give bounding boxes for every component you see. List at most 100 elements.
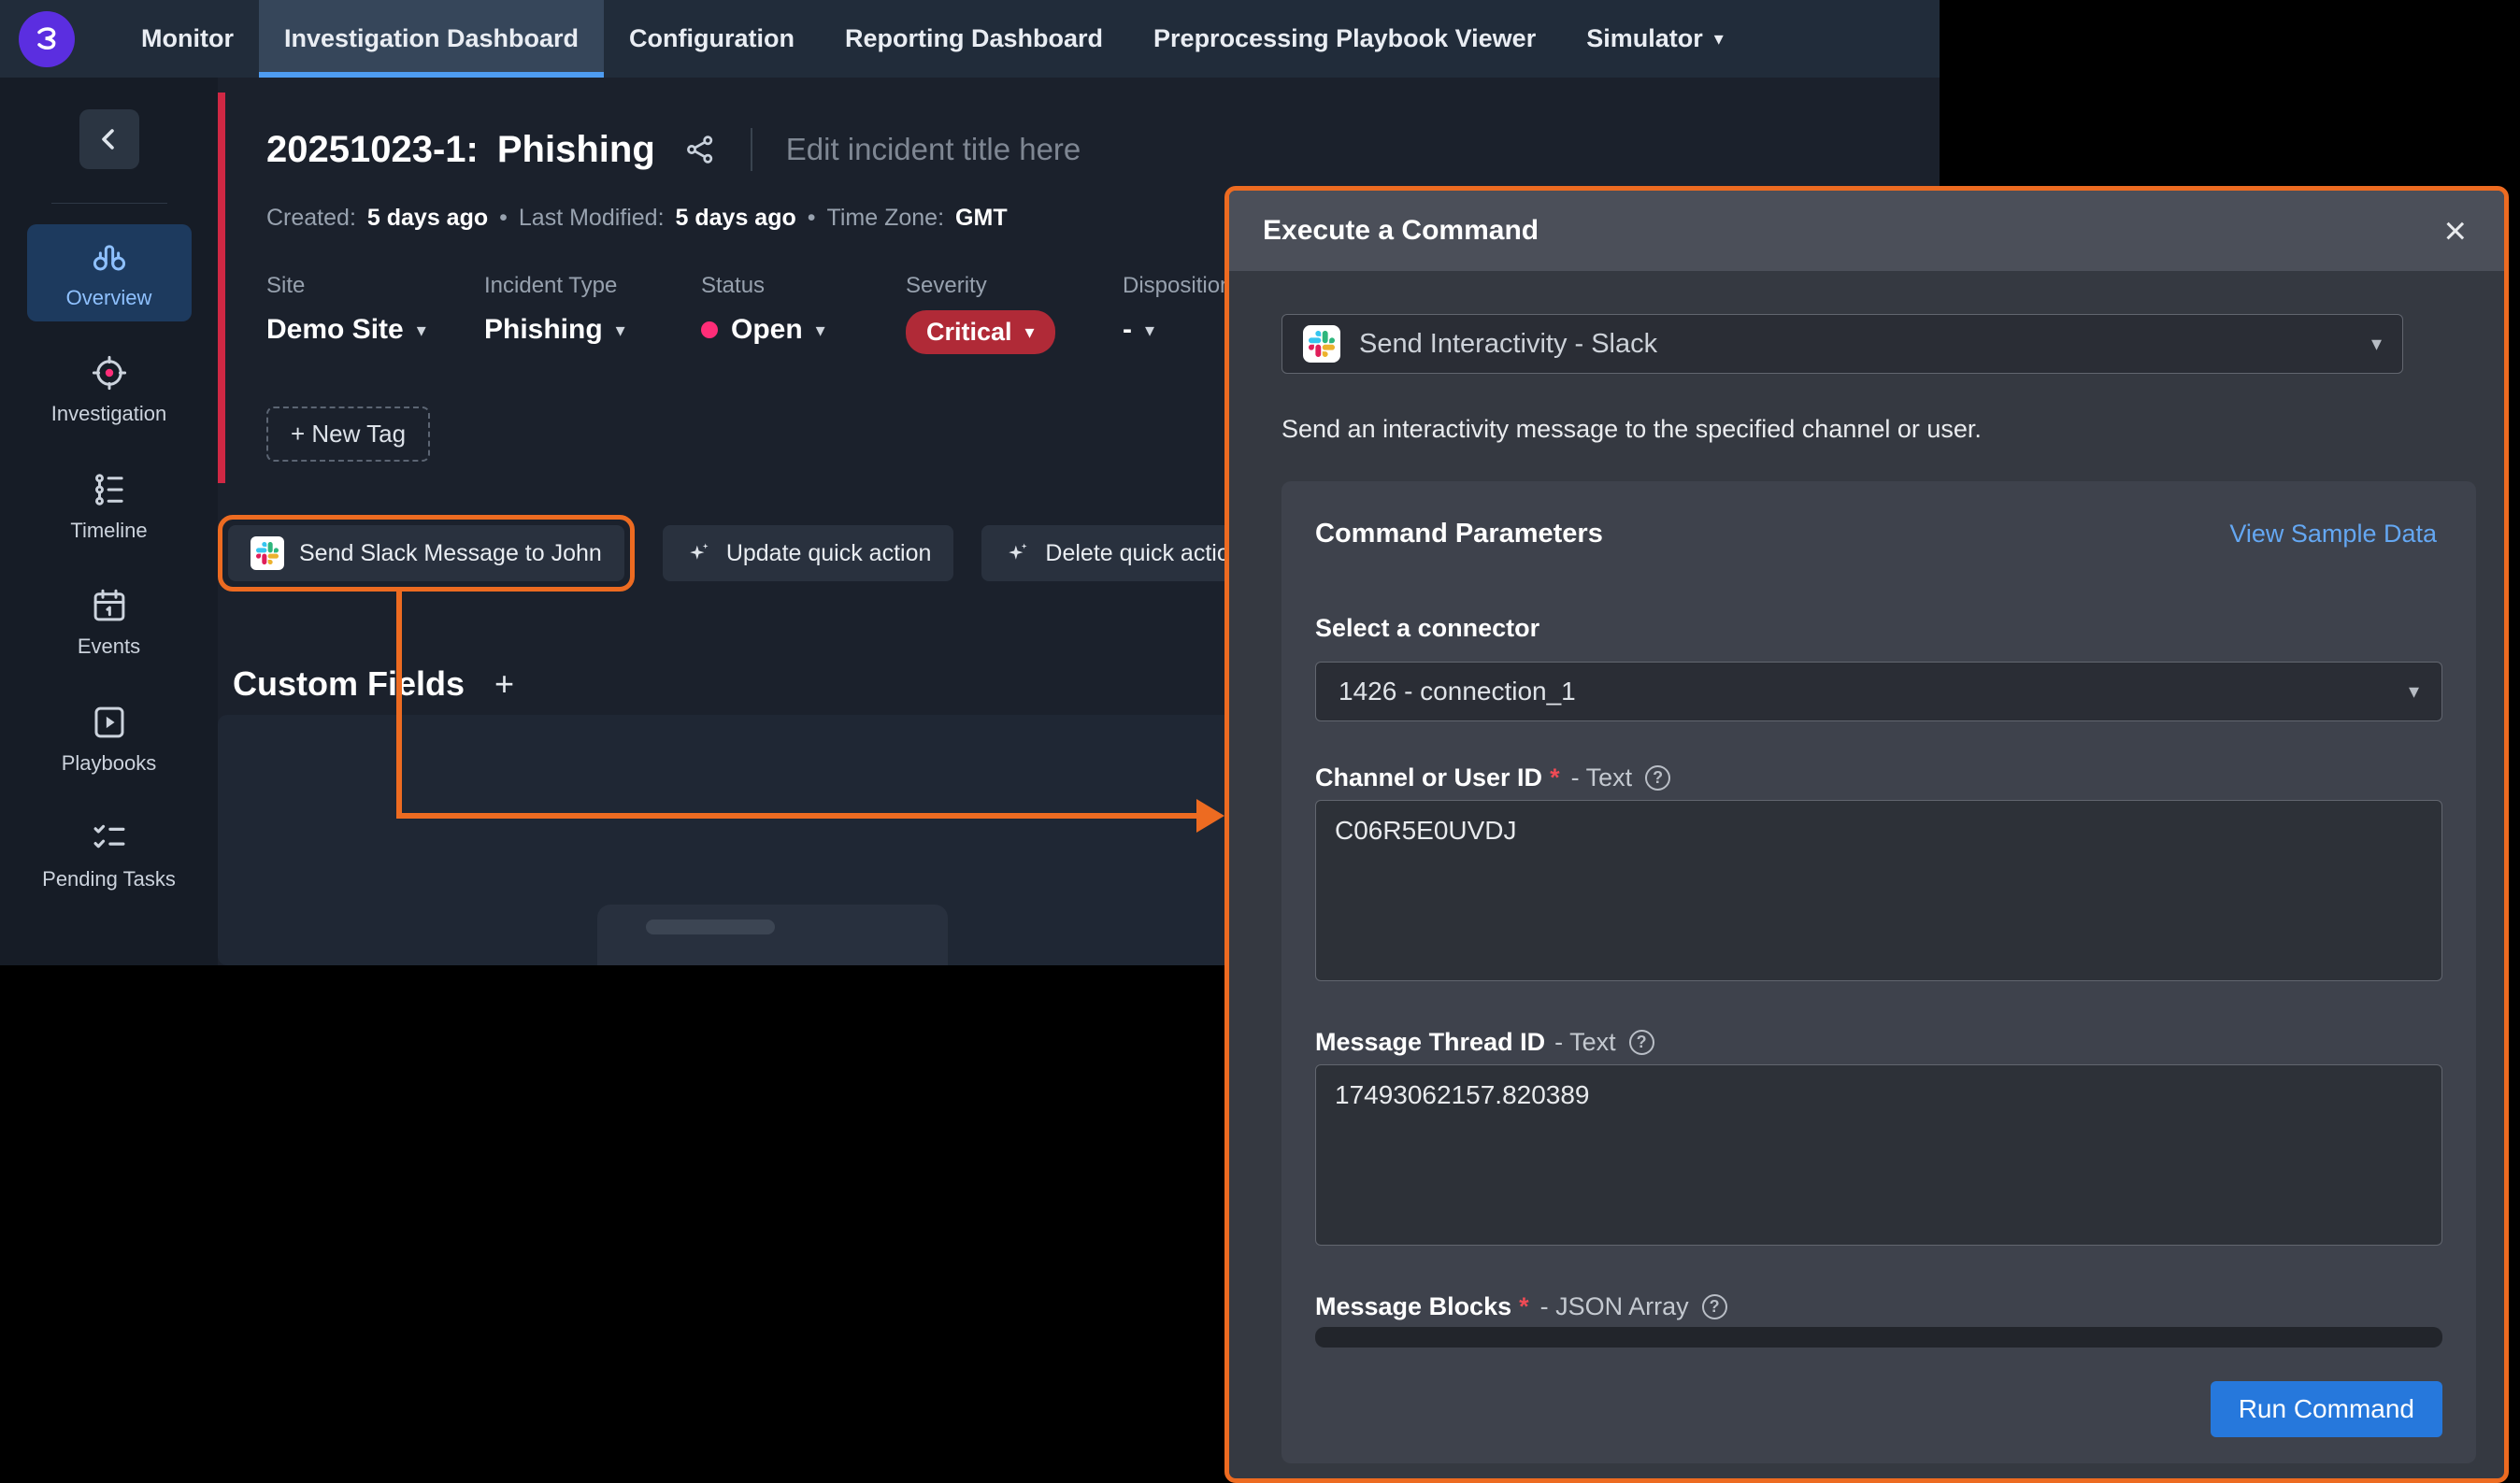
share-icon [683,133,717,166]
share-button[interactable] [683,133,717,166]
top-nav: Monitor Investigation Dashboard Configur… [0,0,1940,78]
channel-or-user-id-input[interactable]: C06R5E0UVDJ [1315,800,2442,981]
quick-action-label: Delete quick action [1045,540,1242,567]
empty-state-card [597,905,948,965]
skeleton-bar [646,920,775,934]
spark-action-icon [1004,540,1030,566]
annotation-arrow-vertical [396,592,402,816]
new-tag-button[interactable]: + New Tag [266,406,430,462]
incident-id: 20251023-1: [266,129,479,171]
sidebar-item-label: Overview [66,286,152,310]
timeline-icon [90,470,129,509]
field-type: - Text [1554,1028,1616,1057]
nav-tab-simulator[interactable]: Simulator ▾ [1561,0,1749,78]
field-name: Message Thread ID [1315,1028,1545,1057]
status-select[interactable]: Open ▾ [701,314,906,346]
target-icon [90,353,129,392]
chevron-left-icon [93,122,126,156]
binoculars-icon [90,237,129,277]
annotation-arrow-head [1196,799,1224,833]
site-select[interactable]: Demo Site ▾ [266,314,484,346]
slack-icon [1303,325,1340,363]
annotation-arrow-horizontal [396,813,1198,819]
created-value: 5 days ago [367,205,488,232]
collapse-sidebar-button[interactable] [79,109,139,169]
connector-value: 1426 - connection_1 [1339,677,1576,706]
timezone-label: Time Zone: [827,205,945,232]
sidebar-item-pending-tasks[interactable]: Pending Tasks [27,806,192,903]
field-label: Severity [906,273,1123,299]
nav-tab-reporting-dashboard[interactable]: Reporting Dashboard [820,0,1128,78]
nav-tab-label: Configuration [629,24,795,53]
modal-title: Execute a Command [1263,215,1539,247]
nav-tab-label: Preprocessing Playbook Viewer [1153,24,1536,53]
sidebar-item-events[interactable]: Events [27,573,192,670]
nav-tab-preprocessing-playbook-viewer[interactable]: Preprocessing Playbook Viewer [1128,0,1561,78]
nav-tabs: Monitor Investigation Dashboard Configur… [116,0,1749,78]
message-blocks-editor-scrollbar[interactable] [1315,1327,2442,1348]
quick-action-send-slack-message[interactable]: Send Slack Message to John [228,525,624,581]
close-button[interactable]: × [2440,211,2470,250]
custom-fields-title: Custom Fields [233,664,465,704]
field-incident-type: Incident Type Phishing ▾ [484,273,701,354]
incident-type-value: Phishing [484,314,603,346]
help-icon[interactable]: ? [1629,1030,1654,1055]
message-thread-id-input[interactable]: 17493062157.820389 [1315,1064,2442,1246]
quick-action-update[interactable]: Update quick action [663,525,954,581]
edit-incident-title-field[interactable]: Edit incident title here [786,132,1081,167]
nav-tab-investigation-dashboard[interactable]: Investigation Dashboard [259,0,604,78]
field-label: Site [266,273,484,299]
app-logo[interactable] [19,11,75,67]
incident-title: Phishing [497,129,655,171]
modal-header: Execute a Command × [1229,191,2504,271]
sidebar-item-investigation[interactable]: Investigation [27,340,192,437]
help-icon[interactable]: ? [1645,765,1670,791]
run-command-button[interactable]: Run Command [2211,1381,2442,1437]
tasks-checklist-icon [90,819,129,858]
nav-tab-configuration[interactable]: Configuration [604,0,820,78]
command-parameters-card: Command Parameters View Sample Data Sele… [1281,481,2476,1463]
field-status: Status Open ▾ [701,273,906,354]
playbook-icon [90,703,129,742]
created-label: Created: [266,205,356,232]
sidebar-item-playbooks[interactable]: Playbooks [27,690,192,787]
incident-type-select[interactable]: Phishing ▾ [484,314,701,346]
sidebar-item-label: Pending Tasks [42,867,176,891]
connector-select[interactable]: 1426 - connection_1 ▾ [1315,662,2442,721]
nav-tab-monitor[interactable]: Monitor [116,0,259,78]
blocks-field-label: Message Blocks * - JSON Array ? [1315,1292,2442,1321]
parameters-title: Command Parameters [1315,519,1603,549]
quick-action-delete[interactable]: Delete quick action [981,525,1265,581]
chevron-down-icon: ▾ [616,319,625,342]
parameters-header: Command Parameters View Sample Data [1315,519,2442,549]
nav-tab-label: Investigation Dashboard [284,24,579,53]
sidebar-item-timeline[interactable]: Timeline [27,457,192,554]
nav-tab-label: Reporting Dashboard [845,24,1103,53]
sidebar-item-label: Timeline [70,519,147,543]
quick-action-label: Update quick action [726,540,932,567]
chevron-down-icon: ▾ [1025,321,1035,344]
sidebar-item-label: Playbooks [62,751,157,776]
modified-value: 5 days ago [676,205,796,232]
chevron-down-icon: ▾ [2371,332,2382,356]
nav-tab-label: Monitor [141,24,234,53]
disposition-value: - [1123,314,1132,346]
field-site: Site Demo Site ▾ [266,273,484,354]
view-sample-data-link[interactable]: View Sample Data [2224,519,2442,549]
sidebar-item-overview[interactable]: Overview [27,224,192,321]
separator-dot: • [499,205,508,232]
help-icon[interactable]: ? [1702,1294,1727,1319]
required-asterisk: * [1550,763,1560,792]
command-select[interactable]: Send Interactivity - Slack ▾ [1281,314,2403,374]
field-type: - Text [1571,763,1633,792]
chevron-down-icon: ▾ [1145,319,1154,342]
field-severity: Severity Critical ▾ [906,273,1123,354]
severity-select[interactable]: Critical ▾ [906,310,1055,354]
sidebar-items: Overview Investigation [0,224,218,903]
modal-body: Send Interactivity - Slack ▾ Send an int… [1229,271,2504,1478]
field-name: Channel or User ID [1315,763,1542,792]
chevron-down-icon: ▾ [2409,679,2419,704]
required-asterisk: * [1519,1292,1529,1321]
add-custom-field-button[interactable]: + [489,663,520,705]
execute-command-modal: Execute a Command × Send Interactivity -… [1224,186,2509,1483]
